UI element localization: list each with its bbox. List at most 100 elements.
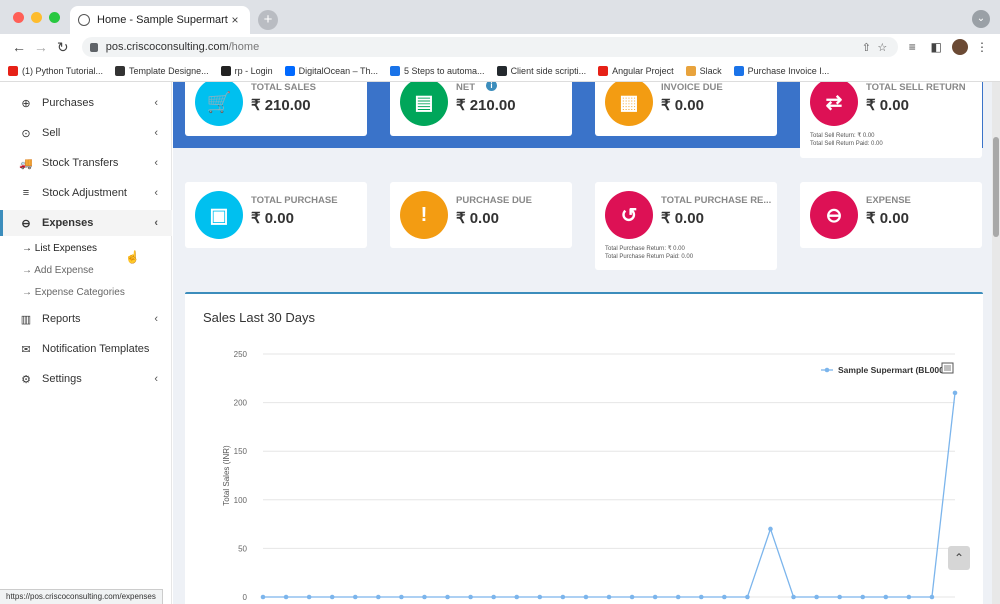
sidebar-item-notification-templates[interactable]: ✉ Notification Templates <box>0 336 172 362</box>
page-scrollbar[interactable] <box>992 82 1000 604</box>
bookmark-item[interactable]: Angular Project <box>598 65 674 76</box>
sidebar-item-expenses[interactable]: ⊖ Expenses ‹ <box>0 210 172 236</box>
stat-icon: ▦ <box>605 82 653 126</box>
close-window-button[interactable] <box>13 12 24 23</box>
chevron-left-icon: ‹ <box>154 157 158 169</box>
sidebar-item-purchases[interactable]: ⊕ Purchases ‹ <box>0 90 172 116</box>
bookmark-item[interactable]: Slack <box>685 65 722 76</box>
data-point <box>468 594 473 600</box>
data-point <box>283 594 289 600</box>
reload-icon[interactable]: ↻ <box>52 36 74 58</box>
lock-icon <box>89 42 98 52</box>
sales-line-chart: 0 50 100 150 200 250 Total Sales (INR) Sample S… <box>222 350 958 602</box>
data-point <box>768 526 773 532</box>
bookmark-favicon-icon <box>598 65 609 76</box>
series-line <box>263 392 956 598</box>
stat-icon: ↺ <box>605 191 653 239</box>
sidebar-item-stock-adjustment[interactable]: ≡ Stock Adjustment ‹ <box>0 180 172 206</box>
data-point <box>652 594 658 600</box>
stat-label: PURCHASE DUE <box>456 195 533 206</box>
browser-toolbar: ← → ↻ pos.criscoconsulting.com/home ⇧ ☆ … <box>0 34 1000 60</box>
maximize-window-button[interactable] <box>49 12 60 23</box>
stat-icon: ⇄ <box>810 82 858 126</box>
mouse-cursor-icon: ☝ <box>125 250 140 264</box>
bookmark-item[interactable]: Client side scripti... <box>496 65 587 76</box>
more-menu-icon[interactable]: ⋮ <box>972 40 992 54</box>
bookmark-favicon-icon <box>284 65 295 76</box>
minimize-window-button[interactable] <box>31 12 42 23</box>
close-tab-icon[interactable]: × <box>228 13 242 27</box>
chevron-left-icon: ‹ <box>154 187 158 199</box>
bookmark-favicon-icon <box>685 65 696 76</box>
bar-chart-icon: ▥ <box>20 313 32 326</box>
new-tab-button[interactable]: + <box>258 10 278 30</box>
share-icon[interactable]: ⇧ <box>858 41 874 54</box>
bookmark-label: Client side scripti... <box>510 65 587 76</box>
envelope-icon: ✉ <box>21 343 31 356</box>
stat-label: EXPENSE <box>866 195 911 206</box>
data-point <box>860 594 866 600</box>
bookmark-favicon-icon <box>390 65 400 76</box>
bookmark-item[interactable]: Purchase Invoice I... <box>733 65 830 76</box>
stat-icon: ! <box>400 191 448 239</box>
stat-subtext: Total Sell Return Paid: 0.00 <box>810 141 883 147</box>
data-point <box>352 594 358 600</box>
sidebar-item-stock-transfers[interactable]: 🚚 Stock Transfers ‹ <box>0 150 172 176</box>
data-point <box>514 594 520 600</box>
sidebar-subitem[interactable]: → Expense Categories <box>22 287 125 298</box>
status-bar-url: https://pos.criscoconsulting.com/expense… <box>0 589 163 604</box>
bookmark-label: Purchase Invoice I... <box>747 65 830 76</box>
address-bar[interactable]: pos.criscoconsulting.com/home ⇧ ☆ <box>81 37 899 57</box>
bookmark-item[interactable]: rp - Login <box>220 65 273 76</box>
data-point <box>491 594 496 600</box>
scrollbar-thumb[interactable] <box>993 137 999 237</box>
app-area: ⊕ Purchases ‹ ⊙ Sell ‹ 🚚 Stock Transfers ‹ ≡ Stock… <box>0 82 1000 604</box>
sidebar-subitem[interactable]: → Add Expense <box>22 265 94 276</box>
bookmark-item[interactable]: (1) Python Tutorial... <box>8 65 103 76</box>
bookmark-item[interactable]: Template Designe... <box>115 65 209 76</box>
chevron-left-icon: ‹ <box>154 217 158 229</box>
sidebar-subitem[interactable]: → List Expenses <box>22 243 97 254</box>
stat-card-expense: ⊖ EXPENSE ₹ 0.00 <box>800 182 982 248</box>
stat-value: ₹ 210.00 <box>251 97 311 114</box>
data-point <box>675 594 681 600</box>
forward-icon[interactable]: → <box>30 36 52 58</box>
stat-icon: 🛒 <box>195 82 243 126</box>
profile-avatar[interactable] <box>952 39 969 55</box>
main-content: Sales Last 30 Days 0 50 100 150 200 250 Total … <box>173 82 1000 604</box>
sidebar-item-label: Stock Transfers <box>42 157 119 169</box>
legend-marker <box>824 367 830 373</box>
stat-subtext: Total Purchase Return: ₹ 0.00 <box>605 246 685 252</box>
bookmark-favicon-icon <box>733 65 744 76</box>
data-point <box>445 594 450 600</box>
y-tick-label: 100 <box>234 496 248 505</box>
scroll-to-top-button[interactable]: ⌃ <box>948 546 970 570</box>
sidebar-item-label: Expenses <box>42 217 94 229</box>
data-point <box>422 594 427 600</box>
stat-value: ₹ 0.00 <box>661 97 704 114</box>
data-point <box>814 594 819 600</box>
data-point <box>329 594 335 600</box>
back-icon[interactable]: ← <box>8 36 30 58</box>
chevron-left-icon: ‹ <box>154 127 158 139</box>
side-panel-icon[interactable]: ◧ <box>926 40 946 54</box>
stat-subtext: Total Sell Return: ₹ 0.00 <box>810 133 875 139</box>
sidebar-item-settings[interactable]: ⚙ Settings ‹ <box>0 366 172 392</box>
y-axis-label: Total Sales (INR) <box>222 445 231 506</box>
bookmark-item[interactable]: 5 Steps to automa... <box>390 65 485 76</box>
y-tick-label: 250 <box>234 350 248 359</box>
tab-search-icon[interactable]: ⌄ <box>972 10 990 28</box>
stat-icon: ⊖ <box>810 191 858 239</box>
y-tick-label: 50 <box>238 544 247 553</box>
bookmark-item[interactable]: DigitalOcean – Th... <box>284 65 378 76</box>
data-point <box>260 594 266 600</box>
minus-circle-icon: ⊖ <box>21 217 31 230</box>
bookmark-star-icon[interactable]: ☆ <box>874 41 890 54</box>
data-point <box>722 594 727 600</box>
sidebar-item-reports[interactable]: ▥ Reports ‹ <box>0 306 172 332</box>
sidebar-item-sell[interactable]: ⊙ Sell ‹ <box>0 120 172 146</box>
bookmark-label: 5 Steps to automa... <box>404 65 485 76</box>
reading-list-icon[interactable]: ≡ <box>902 40 922 54</box>
stat-card-total-purchase-re: ↺ TOTAL PURCHASE RE... ₹ 0.00 Total Purchas… <box>595 182 777 270</box>
browser-tab[interactable]: Home - Sample Supermart × <box>70 6 250 34</box>
